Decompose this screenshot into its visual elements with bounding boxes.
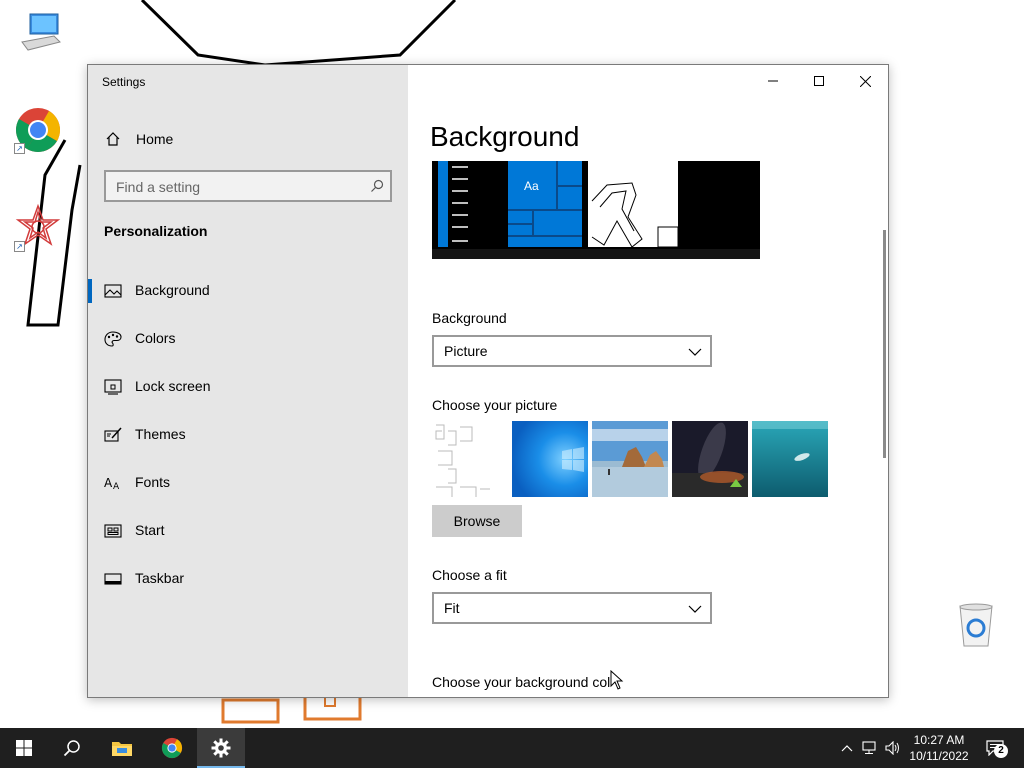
nav-section-title: Personalization	[104, 223, 208, 239]
browse-button[interactable]: Browse	[432, 505, 522, 537]
close-button[interactable]	[842, 65, 888, 97]
scrollbar[interactable]	[883, 230, 886, 458]
network-button[interactable]	[858, 728, 882, 768]
settings-taskbar-button[interactable]	[197, 728, 245, 768]
mouse-cursor-icon	[610, 670, 624, 690]
background-dropdown[interactable]: Picture	[432, 335, 712, 367]
window-title: Settings	[102, 75, 146, 89]
taskbar: 10:27 AM 10/11/2022 2	[0, 728, 1024, 768]
picture-thumbnails	[432, 421, 832, 497]
clock-date: 10/11/2022	[909, 749, 969, 763]
nav-item-colors[interactable]: Colors	[88, 319, 408, 359]
nav-item-label: Colors	[135, 330, 176, 346]
svg-text:A: A	[113, 482, 120, 491]
picture-thumbnail-windows-blue[interactable]	[512, 421, 588, 497]
nav-item-taskbar[interactable]: Taskbar	[88, 559, 408, 599]
content-pane: Background Aa Background Picture Choose …	[408, 65, 888, 697]
taskbar-icon	[104, 573, 122, 585]
volume-icon	[885, 741, 899, 755]
network-icon	[862, 741, 876, 754]
search-button[interactable]	[48, 728, 96, 768]
window-controls	[750, 65, 888, 97]
choose-fit-label: Choose a fit	[432, 567, 507, 583]
choose-picture-label: Choose your picture	[432, 397, 558, 413]
minimize-button[interactable]	[750, 65, 796, 97]
nav-item-background[interactable]: Background	[88, 271, 408, 311]
fonts-icon: A A	[104, 476, 120, 491]
mathematica-desktop-icon[interactable]: ↗	[14, 203, 62, 252]
maximize-icon	[814, 76, 824, 86]
search-input[interactable]: Find a setting	[104, 170, 392, 202]
start-icon	[104, 524, 122, 538]
nav-item-fonts[interactable]: A A Fonts	[88, 463, 408, 503]
nav-item-lock-screen[interactable]: Lock screen	[88, 367, 408, 407]
chevron-up-icon	[841, 745, 853, 752]
nav-item-label: Background	[135, 282, 210, 298]
nav-item-label: Lock screen	[135, 378, 211, 394]
chevron-down-icon	[688, 605, 702, 613]
picture-thumbnail-underwater[interactable]	[752, 421, 828, 497]
selection-indicator	[88, 279, 92, 303]
search-placeholder: Find a setting	[116, 179, 201, 195]
background-preview: Aa	[432, 161, 760, 259]
search-icon	[371, 179, 384, 192]
action-center-button[interactable]: 2	[980, 728, 1010, 768]
nav-item-label: Taskbar	[135, 570, 185, 586]
settings-window: Settings Home Find a setting Personaliza…	[87, 64, 889, 698]
background-label: Background	[432, 310, 507, 326]
preview-graphic	[432, 161, 760, 259]
picture-thumbnail-beach-rocks[interactable]	[592, 421, 668, 497]
chrome-desktop-icon[interactable]: ↗	[14, 106, 62, 154]
maximize-button[interactable]	[796, 65, 842, 97]
chevron-down-icon	[688, 348, 702, 356]
page-title: Background	[430, 121, 580, 152]
chrome-taskbar-button[interactable]	[148, 728, 196, 768]
taskbar-clock[interactable]: 10:27 AM 10/11/2022	[900, 732, 978, 764]
fit-dropdown[interactable]: Fit	[432, 592, 712, 624]
background-dropdown-value: Picture	[444, 343, 488, 359]
fit-dropdown-value: Fit	[444, 600, 460, 616]
svg-text:A: A	[104, 476, 113, 490]
file-explorer-button[interactable]	[98, 728, 146, 768]
navigation-pane: Settings Home Find a setting Personaliza…	[88, 65, 408, 697]
nav-item-label: Start	[135, 522, 165, 538]
nav-home[interactable]: Home	[88, 123, 408, 155]
settings-icon	[211, 738, 231, 758]
notification-count-badge: 2	[994, 744, 1008, 758]
recycle-bin-icon[interactable]	[952, 602, 1000, 650]
themes-icon	[104, 427, 122, 442]
shortcut-arrow-icon: ↗	[14, 241, 25, 252]
background-color-label: Choose your background col	[432, 674, 611, 690]
nav-item-label: Themes	[135, 426, 186, 442]
picture-icon	[104, 284, 122, 298]
show-hidden-icons-button[interactable]	[836, 728, 858, 768]
chrome-icon	[161, 737, 183, 759]
windows-logo-icon	[16, 740, 32, 756]
search-icon	[63, 740, 80, 757]
minimize-icon	[768, 80, 778, 82]
nav-item-label: Fonts	[135, 474, 171, 490]
nav-item-themes[interactable]: Themes	[88, 415, 408, 455]
shortcut-arrow-icon: ↗	[14, 143, 25, 154]
preview-sample-text: Aa	[524, 179, 539, 193]
picture-thumbnail-night-sky[interactable]	[672, 421, 748, 497]
clock-time: 10:27 AM	[913, 733, 965, 747]
close-icon	[859, 75, 871, 87]
home-icon	[106, 132, 120, 146]
this-pc-icon[interactable]	[16, 10, 64, 58]
picture-thumbnail-sketch[interactable]	[432, 421, 508, 497]
start-button[interactable]	[0, 728, 48, 768]
nav-item-start[interactable]: Start	[88, 511, 408, 551]
file-explorer-icon	[112, 742, 132, 756]
palette-icon	[104, 331, 122, 347]
nav-home-label: Home	[136, 131, 174, 147]
lock-screen-icon	[104, 379, 122, 395]
